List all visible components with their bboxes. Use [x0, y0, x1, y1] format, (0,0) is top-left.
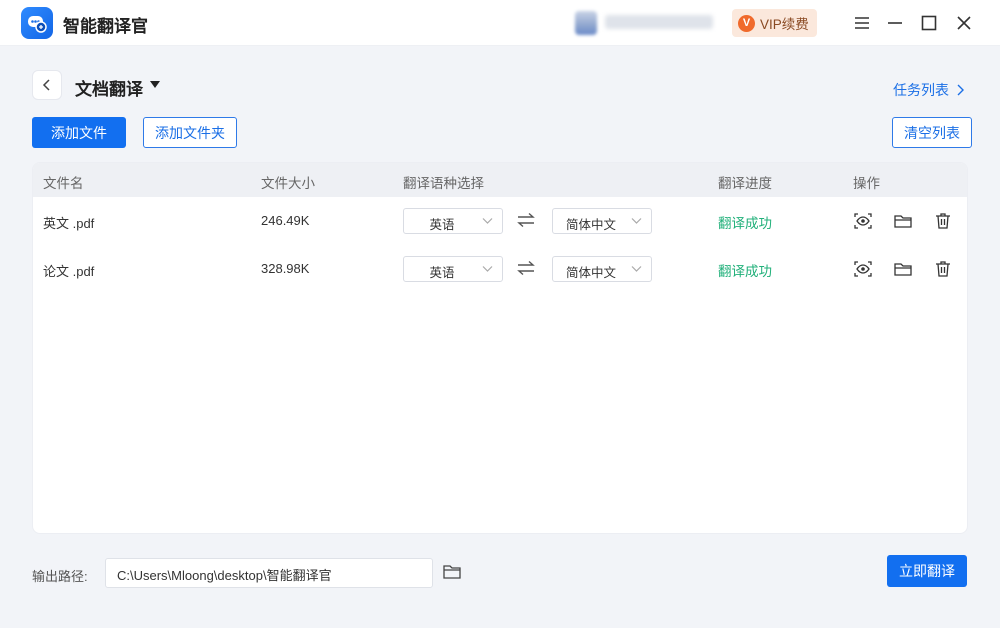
add-folder-button[interactable]: 添加文件夹: [143, 117, 237, 148]
header-language: 翻译语种选择: [403, 176, 484, 191]
translate-status: 翻译成功: [718, 216, 772, 231]
header-file-name: 文件名: [43, 176, 84, 191]
translate-status: 翻译成功: [718, 264, 772, 279]
add-file-button[interactable]: 添加文件: [32, 117, 126, 148]
source-language-value: 英语: [429, 266, 455, 280]
chevron-left-icon: [42, 79, 50, 91]
swap-icon[interactable]: [516, 260, 536, 276]
chevron-down-icon: [482, 218, 493, 224]
vip-icon: V: [738, 14, 755, 32]
swap-icon[interactable]: [516, 212, 536, 228]
clear-list-button[interactable]: 清空列表: [892, 117, 972, 148]
back-button[interactable]: [32, 70, 62, 100]
minimize-icon[interactable]: [885, 13, 905, 33]
file-size: 246.49K: [261, 213, 310, 228]
chevron-down-icon: [631, 218, 642, 224]
header-progress: 翻译进度: [718, 176, 772, 191]
output-path-input[interactable]: C:\Users\Mloong\desktop\智能翻译官: [105, 558, 433, 588]
task-list-link[interactable]: 任务列表: [893, 80, 965, 100]
open-folder-icon[interactable]: [893, 211, 913, 231]
trash-icon[interactable]: [933, 259, 953, 279]
vip-renew-label: VIP续费: [760, 17, 809, 32]
source-language-value: 英语: [429, 218, 455, 232]
target-language-select[interactable]: 简体中文: [552, 208, 652, 234]
table-row: 论文 .pdf 328.98K 英语 简体中文 翻译成功: [33, 245, 967, 293]
preview-eye-icon[interactable]: [853, 211, 873, 231]
preview-eye-icon[interactable]: [853, 259, 873, 279]
table-row: 英文 .pdf 246.49K 英语 简体中文 翻译成功: [33, 197, 967, 245]
page-title[interactable]: 文档翻译: [75, 75, 143, 100]
task-list-label: 任务列表: [893, 82, 949, 98]
translate-now-button[interactable]: 立即翻译: [887, 555, 967, 587]
app-title: 智能翻译官: [63, 17, 148, 36]
open-folder-icon[interactable]: [893, 259, 913, 279]
chevron-down-icon: [631, 266, 642, 272]
caret-down-icon[interactable]: [149, 80, 161, 89]
app-logo-icon: [21, 7, 53, 39]
table-header: 文件名 文件大小 翻译语种选择 翻译进度 操作: [33, 163, 967, 197]
target-language-value: 简体中文: [565, 266, 616, 280]
file-name: 论文 .pdf: [43, 264, 95, 279]
user-avatar[interactable]: [575, 11, 597, 35]
title-bar: 智能翻译官 V VIP续费: [0, 0, 1000, 46]
open-folder-icon[interactable]: [443, 564, 461, 580]
file-size: 328.98K: [261, 261, 310, 276]
chevron-down-icon: [482, 266, 493, 272]
file-table: 文件名 文件大小 翻译语种选择 翻译进度 操作 英文 .pdf 246.49K …: [32, 162, 968, 534]
main-panel: 文档翻译 任务列表 添加文件 添加文件夹 清空列表 文件名 文件大小 翻译语种选…: [0, 46, 1000, 628]
target-language-select[interactable]: 简体中文: [552, 256, 652, 282]
vip-renew-button[interactable]: V VIP续费: [732, 9, 817, 37]
chevron-right-icon: [957, 84, 964, 96]
file-name: 英文 .pdf: [43, 216, 95, 231]
target-language-value: 简体中文: [565, 218, 616, 232]
user-name-blurred: [605, 15, 713, 29]
maximize-icon[interactable]: [919, 13, 939, 33]
source-language-select[interactable]: 英语: [403, 256, 503, 282]
trash-icon[interactable]: [933, 211, 953, 231]
header-actions: 操作: [853, 176, 880, 191]
header-file-size: 文件大小: [261, 176, 315, 191]
source-language-select[interactable]: 英语: [403, 208, 503, 234]
menu-icon[interactable]: [852, 13, 872, 33]
output-path-label: 输出路径:: [32, 569, 88, 584]
close-icon[interactable]: [954, 13, 974, 33]
